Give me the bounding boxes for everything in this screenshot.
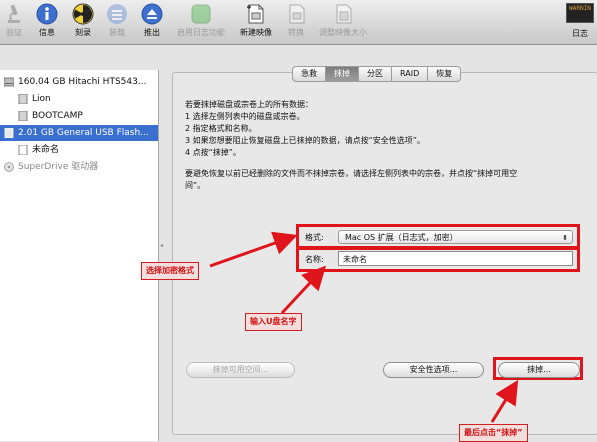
hard-disk-icon xyxy=(4,77,14,87)
instruction-step: 3 如果您想要阻止恢复磁盘上已抹掉的数据，请点按“安全性选项”。 xyxy=(185,136,425,145)
annotation-select-format: 选择加密格式 xyxy=(141,262,199,280)
console-log-icon: WARNIN xyxy=(566,3,594,23)
tab-erase[interactable]: 抹掉 xyxy=(325,66,359,82)
log-button[interactable]: WARNIN 日志 xyxy=(565,3,595,39)
sidebar-item-superdrive[interactable]: SuperDrive 驱动器 xyxy=(0,159,158,175)
volume-icon xyxy=(18,94,28,104)
journal-icon xyxy=(191,4,211,24)
tab-restore[interactable]: 恢复 xyxy=(427,66,462,82)
new-image-label: 新建映像 xyxy=(240,28,272,37)
log-icon-text: WARNIN xyxy=(569,5,591,12)
disk-list-sidebar: 160.04 GB Hitachi HTS543... Lion BOOTCAM… xyxy=(0,70,159,441)
sidebar-item-hitachi-disk[interactable]: 160.04 GB Hitachi HTS543... xyxy=(0,74,158,90)
resize-image-label: 调整映像大小 xyxy=(319,28,367,37)
sidebar-item-label: SuperDrive 驱动器 xyxy=(18,162,99,172)
eject-button[interactable]: 推出 xyxy=(132,3,172,38)
instruction-note: 要避免恢复以前已经删除的文件而不抹掉宗卷，请选择左侧列表中的宗卷，并点按“抹掉可… xyxy=(185,169,518,178)
mount-button[interactable]: 装载 xyxy=(97,3,137,38)
instruction-step: 4 点按“抹掉”。 xyxy=(185,148,241,157)
sidebar-item-label: Lion xyxy=(32,94,51,104)
enable-journaling-label: 启用日志功能 xyxy=(177,28,225,37)
info-icon xyxy=(36,3,58,25)
new-image-button[interactable]: 新建映像 xyxy=(235,3,277,38)
toolbar: 验证 信息 刻录 装载 推出 启用日志功能 新建映像 转换 调整映像大小 WAR… xyxy=(0,0,597,45)
resize-image-icon xyxy=(336,4,352,24)
volume-icon xyxy=(18,145,28,155)
log-label: 日志 xyxy=(572,29,588,38)
convert-label: 转换 xyxy=(288,28,304,37)
instruction-step: 1 选择左侧列表中的磁盘或宗卷。 xyxy=(185,112,305,121)
tab-first-aid[interactable]: 急救 xyxy=(292,66,326,82)
security-options-button[interactable]: 安全性选项... xyxy=(383,362,484,378)
sidebar-item-label: 160.04 GB Hitachi HTS543... xyxy=(18,77,147,87)
sidebar-item-label: BOOTCAMP xyxy=(32,111,83,121)
splitter-handle[interactable]: ◂ xyxy=(160,242,164,249)
sidebar-item-bootcamp[interactable]: BOOTCAMP xyxy=(0,108,158,124)
optical-drive-icon xyxy=(4,162,14,172)
annotation-enter-name: 输入U盘名字 xyxy=(245,313,302,331)
enable-journaling-button[interactable]: 启用日志功能 xyxy=(173,3,229,38)
tab-partition[interactable]: 分区 xyxy=(358,66,392,82)
annotation-click-erase: 最后点击“抹掉” xyxy=(459,424,528,442)
instruction-heading: 若要抹掉磁盘或宗卷上的所有数据： xyxy=(185,100,313,109)
sidebar-item-usb-flash[interactable]: 2.01 GB General USB Flash... xyxy=(0,125,158,141)
info-button[interactable]: 信息 xyxy=(27,3,67,38)
eject-icon xyxy=(141,3,163,25)
microscope-icon xyxy=(8,4,20,23)
tab-bar: 急救 抹掉 分区 RAID 恢复 xyxy=(292,66,462,82)
sidebar-item-lion[interactable]: Lion xyxy=(0,91,158,107)
sidebar-item-untitled[interactable]: 未命名 xyxy=(0,142,158,158)
name-highlight-box xyxy=(296,247,580,272)
sidebar-item-label: 2.01 GB General USB Flash... xyxy=(18,128,149,138)
erase-button[interactable]: 抹掉... xyxy=(498,362,580,378)
mount-label: 装载 xyxy=(109,28,125,37)
eject-label: 推出 xyxy=(144,28,160,37)
burn-icon xyxy=(72,3,94,25)
info-label: 信息 xyxy=(39,28,55,37)
format-highlight-box xyxy=(296,224,580,249)
sidebar-item-label: 未命名 xyxy=(32,145,60,155)
volume-icon xyxy=(18,111,28,121)
new-image-icon xyxy=(247,4,264,24)
resize-image-button[interactable]: 调整映像大小 xyxy=(314,3,372,38)
instruction-note: 间”。 xyxy=(185,181,206,190)
tab-raid[interactable]: RAID xyxy=(391,66,429,82)
erase-free-space-button[interactable]: 抹掉可用空间... xyxy=(186,362,295,378)
convert-icon xyxy=(289,4,305,24)
usb-disk-icon xyxy=(4,128,14,138)
instruction-step: 2 指定格式和名称。 xyxy=(185,124,257,133)
mount-icon xyxy=(107,4,127,24)
convert-button[interactable]: 转换 xyxy=(276,3,316,38)
